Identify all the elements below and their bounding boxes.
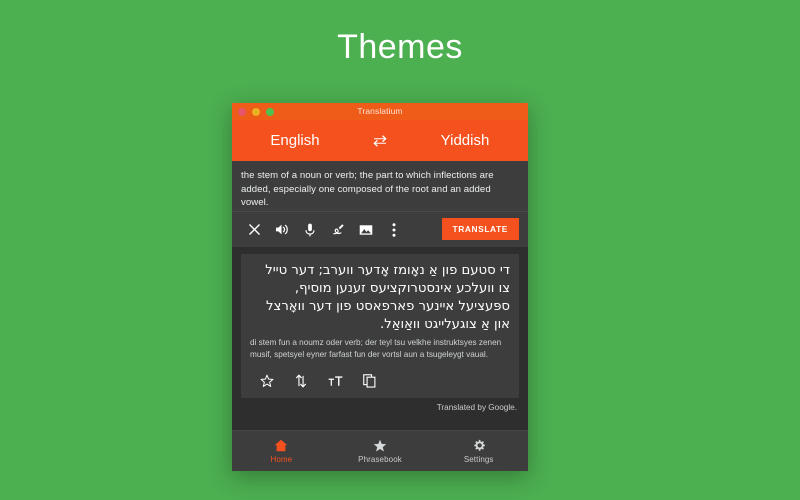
copy-icon — [362, 374, 376, 388]
text-size-button[interactable] — [318, 368, 352, 394]
translated-text: די סטעם פון אַ נאָומז אָדער ווערב; דער ט… — [265, 263, 510, 332]
handwriting-icon — [331, 223, 345, 236]
close-icon — [248, 223, 261, 236]
star-icon — [373, 438, 387, 453]
gear-icon — [472, 438, 486, 453]
image-input-button[interactable] — [352, 216, 380, 244]
nav-label-phrasebook: Phrasebook — [358, 455, 402, 464]
nav-item-home[interactable]: Home — [232, 438, 331, 464]
microphone-button[interactable] — [296, 216, 324, 244]
close-window-button[interactable] — [238, 107, 246, 116]
microphone-icon — [305, 223, 315, 237]
speaker-icon — [275, 223, 289, 236]
swap-languages-button[interactable] — [358, 134, 402, 147]
input-text-area[interactable]: the stem of a noun or verb; the part to … — [232, 161, 528, 212]
nav-item-settings[interactable]: Settings — [429, 438, 528, 464]
output-toolbar — [250, 366, 510, 398]
transliteration-text: di stem fun a noumz oder verb; der teyl … — [250, 338, 502, 359]
window-titlebar: Translatium — [232, 103, 528, 120]
language-bar: English Yiddish — [232, 120, 528, 161]
input-text-value: the stem of a noun or verb; the part to … — [241, 170, 494, 208]
traffic-lights — [238, 103, 274, 120]
copy-button[interactable] — [352, 368, 386, 394]
home-icon — [274, 438, 288, 453]
more-vertical-icon — [392, 222, 396, 237]
nav-label-settings: Settings — [463, 455, 494, 464]
translation-attribution: Translated by Google. — [436, 403, 517, 412]
app-window: Translatium English Yiddish the stem of … — [232, 103, 528, 471]
nav-label-home: Home — [270, 455, 293, 464]
translation-card: די סטעם פון אַ נאָומז אָדער ווערב; דער ט… — [241, 254, 519, 398]
star-icon — [260, 374, 274, 388]
favorite-button[interactable] — [250, 368, 284, 394]
input-toolbar: TRANSLATE — [232, 212, 528, 247]
text-size-icon — [328, 375, 343, 388]
more-options-button[interactable] — [380, 216, 408, 244]
window-title: Translatium — [357, 106, 403, 116]
page-root: Themes Translatium English Yiddish the s… — [0, 0, 800, 500]
translate-button[interactable]: TRANSLATE — [441, 218, 519, 240]
output-region: די סטעם פון אַ נאָומז אָדער ווערב; דער ט… — [232, 247, 528, 430]
swap-vertical-icon — [295, 374, 307, 388]
maximize-window-button[interactable] — [266, 107, 274, 116]
page-title: Themes — [337, 28, 463, 66]
swap-horizontal-icon — [372, 134, 388, 147]
listen-input-button[interactable] — [268, 216, 296, 244]
handwriting-button[interactable] — [324, 216, 352, 244]
source-language-button[interactable]: English — [232, 120, 358, 161]
image-icon — [359, 224, 373, 236]
target-language-button[interactable]: Yiddish — [402, 120, 528, 161]
nav-item-phrasebook[interactable]: Phrasebook — [331, 438, 430, 464]
swap-translation-button[interactable] — [284, 368, 318, 394]
bottom-navigation: Home Phrasebook Settings — [232, 430, 528, 471]
clear-input-button[interactable] — [240, 216, 268, 244]
minimize-window-button[interactable] — [252, 107, 260, 116]
